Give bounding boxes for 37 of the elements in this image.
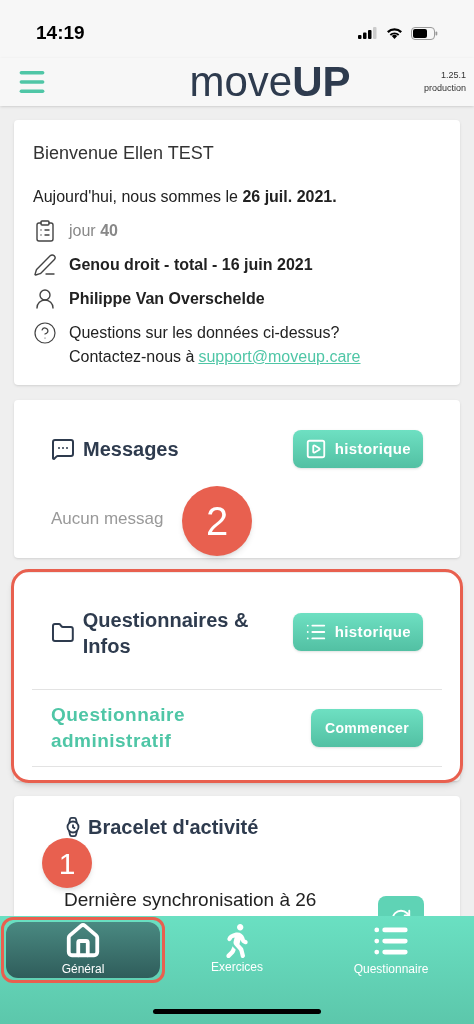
start-button[interactable]: Commencer [310, 709, 423, 747]
nav-tab[interactable]: Exercices [160, 922, 314, 978]
logo-text: UP [292, 61, 351, 103]
detail-text: Genou droit - total - 16 juin 2021 [69, 255, 313, 275]
signal-icon [358, 27, 378, 39]
clipboard-icon [33, 219, 57, 243]
nav-tab[interactable]: Général [6, 922, 160, 978]
pen-icon [33, 253, 57, 277]
greeting-text: Bienvenue Ellen TEST [33, 142, 215, 165]
folder-icon [51, 621, 75, 645]
questionnaire-title: Questionnaire administratif [51, 703, 186, 753]
history-button[interactable]: historique [292, 613, 423, 651]
play-icon [304, 438, 327, 460]
person-icon [33, 287, 57, 311]
history-button[interactable]: historique [292, 430, 423, 468]
environment-label: production [423, 82, 466, 95]
detail-text: Philippe Van Overschelde [69, 289, 265, 309]
message-icon [51, 437, 75, 461]
nav-tab[interactable]: Questionnaire [314, 922, 468, 978]
home-icon [64, 922, 102, 960]
callout-badge: 2 [182, 486, 252, 556]
sync-text: Dernière synchronisation à 26 [64, 888, 317, 912]
logo-text: move [189, 61, 293, 103]
card-title: Questionnaires & Infos [82, 608, 250, 659]
card-title: Messages [83, 437, 179, 462]
contact-text: Contactez-nous à [69, 347, 195, 367]
help-icon [33, 321, 57, 345]
contact-question: Questions sur les données ci-dessus? [69, 323, 341, 343]
detail-text: jour 40 [69, 221, 118, 241]
card-title: Bracelet d'activité [88, 815, 259, 840]
status-time: 14:19 [36, 20, 85, 45]
wifi-icon [386, 27, 403, 39]
date-text: Aujourd'hui, nous sommes le 26 juil. 2021. [33, 187, 338, 207]
version-label: 1.25.1 [440, 69, 466, 82]
battery-icon [411, 26, 438, 40]
empty-text: Aucun messag [51, 508, 164, 530]
email-link[interactable]: support@moveup.care [198, 345, 361, 369]
